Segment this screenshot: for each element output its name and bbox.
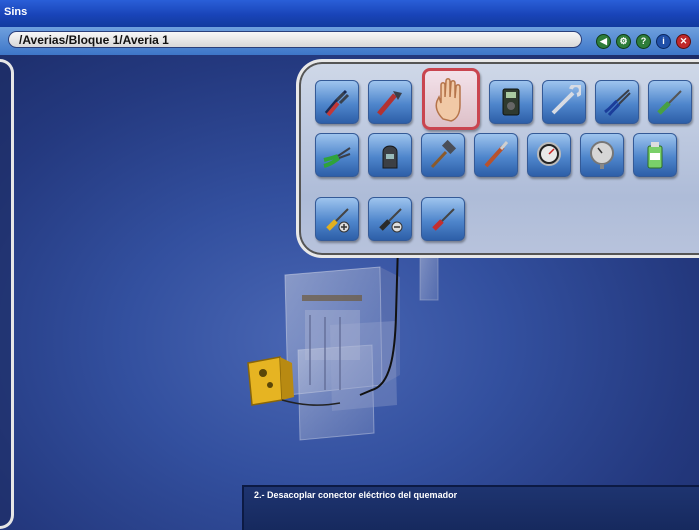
spray-can-icon[interactable] <box>633 133 677 177</box>
path-field[interactable]: /Averias/Bloque 1/Averia 1 <box>8 31 582 48</box>
flat-screwdriver-icon[interactable] <box>368 197 412 241</box>
multimeter-icon[interactable] <box>489 80 533 124</box>
pipe-wrench-icon[interactable] <box>368 80 412 124</box>
wire-cutters-icon[interactable] <box>315 133 359 177</box>
open-wrench-icon[interactable] <box>542 80 586 124</box>
settings-icon[interactable]: ⚙ <box>616 34 631 49</box>
phillips-screwdriver-icon[interactable] <box>315 197 359 241</box>
info-icon[interactable]: i <box>656 34 671 49</box>
red-screwdriver-icon[interactable] <box>421 197 465 241</box>
clamp-meter-icon[interactable] <box>368 133 412 177</box>
close-icon[interactable]: ✕ <box>676 34 691 49</box>
help-icon[interactable]: ? <box>636 34 651 49</box>
title-bar: Sins <box>0 0 699 27</box>
instruction-text: 2.- Desacoplar conector eléctrico del qu… <box>254 490 458 500</box>
long-nose-pliers-icon[interactable] <box>595 80 639 124</box>
path-bar: /Averias/Bloque 1/Averia 1 ◀ ⚙ ? i ✕ <box>0 27 699 55</box>
screwdriver-icon[interactable] <box>648 80 692 124</box>
tool-panel <box>296 59 699 258</box>
hand-icon[interactable] <box>422 68 480 130</box>
window-title: Sins <box>4 6 28 18</box>
instruction-panel: 2.- Desacoplar conector eléctrico del qu… <box>242 485 699 530</box>
pliers-icon[interactable] <box>315 80 359 124</box>
hammer-icon[interactable] <box>421 133 465 177</box>
manometer-icon[interactable] <box>580 133 624 177</box>
pressure-gauge-icon[interactable] <box>527 133 571 177</box>
back-icon[interactable]: ◀ <box>596 34 611 49</box>
3d-viewport[interactable]: 2.- Desacoplar conector eléctrico del qu… <box>0 55 699 530</box>
brush-icon[interactable] <box>474 133 518 177</box>
